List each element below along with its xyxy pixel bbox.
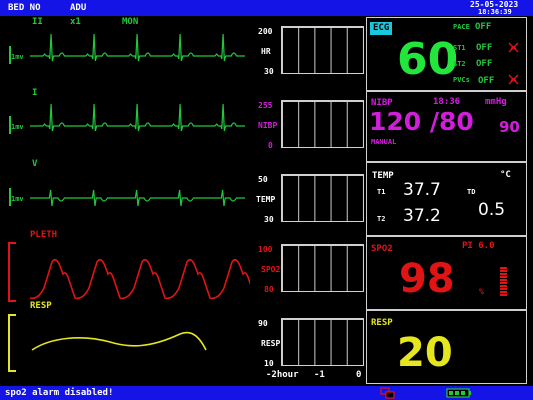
temp-title: TEMP [372, 171, 394, 181]
nibp-value: 120 /80 [369, 107, 474, 136]
ecg-lead-label: I [32, 88, 38, 98]
trend-grid-hr [281, 26, 364, 74]
spo2-title: SPO2 [371, 244, 393, 254]
temp-panel[interactable]: TEMP °C T1 37.7 T2 37.2 TD 0.5 [366, 162, 527, 236]
st2-status: OFF [476, 59, 493, 69]
spo2-unit: % [479, 287, 484, 296]
trend-scale-bottom: 10 [264, 359, 274, 368]
trend-scale-bottom: 30 [264, 215, 274, 224]
pvcs-status: OFF [478, 76, 495, 86]
st1-alarm-off-icon [508, 42, 519, 53]
pvcs-label: PVCs [453, 76, 470, 84]
ecg-lead-label: V [32, 159, 38, 169]
trend-label: RESP [261, 339, 281, 348]
resp-value: 20 [397, 330, 453, 376]
ecg-waveform-ii [30, 33, 245, 62]
trend-axis-mid: -1 [314, 370, 325, 380]
ecg-scale-label: 1mv [11, 53, 24, 61]
td-value: 0.5 [478, 200, 506, 220]
resp-wave-label: RESP [30, 301, 52, 311]
st1-label: ST1 [453, 44, 466, 52]
trend-axis-end: 0 [356, 370, 362, 380]
nibp-panel[interactable]: NIBP 18:36 mmHg 120 /80 90 MANUAL [366, 91, 527, 162]
spo2-panel[interactable]: SPO2 PI 6.0 98 % [366, 236, 527, 310]
st1-status: OFF [476, 43, 493, 53]
st2-label: ST2 [453, 60, 466, 68]
ecg-tag: ECG [370, 22, 393, 35]
pace-status: OFF [475, 22, 492, 32]
resp-title: RESP [371, 318, 393, 328]
trend-scale-bottom: 0 [268, 141, 273, 150]
temp-unit: °C [500, 170, 511, 180]
alarm-message: spo2 alarm disabled! [5, 388, 114, 398]
trend-scale-top: 90 [258, 319, 268, 328]
ecg-scale-label: 1mv [11, 123, 24, 131]
battery-icon [446, 388, 471, 398]
bed-number: BED NO [8, 3, 41, 13]
trend-scale-top: 255 [258, 101, 273, 110]
trend-label: TEMP [256, 195, 276, 204]
resp-panel[interactable]: RESP 20 [366, 310, 527, 384]
trend-label: SPO2 [261, 265, 281, 274]
trend-grid-resp [281, 318, 364, 366]
bottom-status-bar: spo2 alarm disabled! [0, 386, 533, 400]
pleth-scale-bracket [8, 242, 16, 302]
ecg-filter-mode: MON [122, 17, 139, 27]
perfusion-index: PI 6.0 [462, 241, 495, 251]
heart-rate-value: 60 [397, 34, 459, 85]
pace-label: PACE [453, 23, 470, 31]
pleth-label: PLETH [30, 230, 58, 240]
t2-value: 37.2 [403, 206, 441, 226]
ecg-scale-label: 1mv [11, 195, 24, 203]
nibp-unit: mmHg [485, 97, 507, 107]
trend-scale-bottom: 80 [264, 285, 274, 294]
ecg-waveform-v [30, 189, 245, 207]
pulse-strength-bar [500, 267, 507, 296]
ecg-waveform-i [30, 103, 245, 132]
t1-value: 37.7 [403, 180, 441, 200]
resp-waveform [31, 331, 207, 351]
pvcs-alarm-off-icon [508, 74, 519, 85]
hr-panel[interactable]: ECG 60 PACE OFF ST1 OFF ST2 OFF PVCs OFF [366, 17, 527, 91]
trend-label: NIBP [258, 121, 278, 130]
td-label: TD [467, 188, 476, 196]
spo2-value: 98 [399, 256, 455, 302]
network-icon[interactable] [380, 387, 396, 399]
trend-grid-nibp [281, 100, 364, 148]
trend-scale-bottom: 30 [264, 67, 274, 76]
nibp-mode: MANUAL [371, 138, 397, 146]
trend-label: HR [261, 47, 271, 56]
patient-type: ADU [70, 3, 87, 13]
trend-grid-spo2 [281, 244, 364, 292]
ecg-gain: x1 [70, 17, 81, 27]
t2-label: T2 [377, 215, 386, 223]
trend-scale-top: 100 [258, 245, 273, 254]
pleth-waveform [30, 258, 250, 300]
t1-label: T1 [377, 188, 386, 196]
ecg-lead-label: II [32, 17, 43, 27]
nibp-time: 18:36 [433, 97, 461, 107]
trend-scale-top: 200 [258, 27, 273, 36]
nibp-mean: 90 [499, 118, 520, 136]
trend-grid-temp [281, 174, 364, 222]
trend-axis-start: -2hour [266, 370, 299, 380]
top-status-bar: BED NO ADU 25-05-2023 18:36:39 [0, 0, 533, 16]
clock: 18:36:39 [478, 8, 512, 16]
resp-scale-bracket [8, 314, 16, 372]
trend-scale-top: 50 [258, 175, 268, 184]
